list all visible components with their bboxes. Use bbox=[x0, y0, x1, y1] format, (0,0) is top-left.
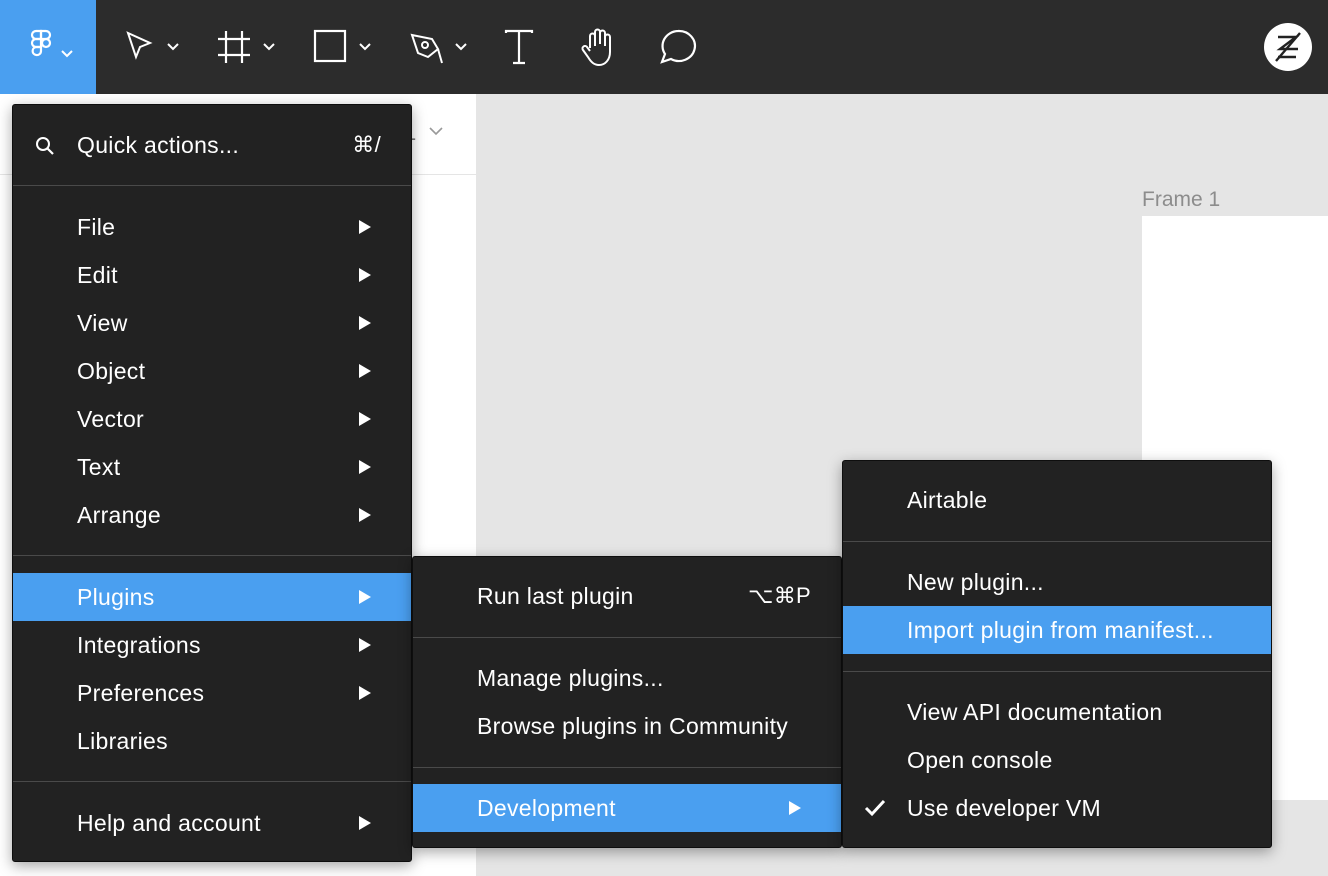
text-tool[interactable] bbox=[504, 0, 534, 94]
menu-item-label: Use developer VM bbox=[907, 794, 1101, 821]
main-menu: Quick actions... ⌘/ File Edit View Objec… bbox=[12, 104, 412, 862]
submenu-arrow-icon bbox=[359, 220, 371, 234]
chevron-down-icon bbox=[455, 43, 467, 51]
menu-item-label: Integrations bbox=[77, 631, 201, 658]
menu-item-development[interactable]: Development bbox=[413, 784, 841, 832]
menu-item-label: Help and account bbox=[77, 809, 261, 836]
main-menu-button[interactable] bbox=[0, 0, 96, 94]
menu-item-integrations[interactable]: Integrations bbox=[13, 621, 411, 669]
submenu-arrow-icon bbox=[359, 460, 371, 474]
menu-separator bbox=[13, 555, 411, 556]
submenu-arrow-icon bbox=[359, 686, 371, 700]
pen-tool-icon bbox=[410, 33, 467, 64]
menu-item-view[interactable]: View bbox=[13, 299, 411, 347]
submenu-arrow-icon bbox=[359, 638, 371, 652]
submenu-arrow-icon bbox=[359, 508, 371, 522]
menu-item-label: Text bbox=[77, 453, 121, 480]
plugins-submenu: Run last plugin ⌥⌘P Manage plugins... Br… bbox=[412, 556, 842, 848]
menu-item-label: Browse plugins in Community bbox=[477, 712, 789, 739]
menu-item-label: New plugin... bbox=[907, 568, 1044, 595]
menu-item-label: Import plugin from manifest... bbox=[907, 616, 1214, 643]
menu-item-import-plugin[interactable]: Import plugin from manifest... bbox=[843, 606, 1271, 654]
menu-item-text[interactable]: Text bbox=[13, 443, 411, 491]
avatar[interactable] bbox=[1264, 23, 1312, 71]
move-tool[interactable] bbox=[120, 0, 186, 94]
menu-separator bbox=[843, 541, 1271, 542]
menu-item-label: Airtable bbox=[907, 486, 988, 513]
menu-separator bbox=[413, 637, 841, 638]
pen-tool[interactable] bbox=[408, 0, 474, 94]
hand-tool[interactable] bbox=[580, 0, 618, 94]
quick-actions-shortcut: ⌘/ bbox=[352, 132, 381, 157]
toolbar bbox=[0, 0, 1328, 94]
menu-item-object[interactable]: Object bbox=[13, 347, 411, 395]
menu-item-label: Plugins bbox=[77, 583, 155, 610]
menu-item-libraries[interactable]: Libraries bbox=[13, 717, 411, 765]
menu-item-view-api-docs[interactable]: View API documentation bbox=[843, 688, 1271, 736]
menu-separator bbox=[13, 781, 411, 782]
chevron-down-icon bbox=[61, 50, 73, 58]
menu-item-label: Manage plugins... bbox=[477, 664, 664, 691]
menu-item-label: Object bbox=[77, 357, 146, 384]
menu-item-file[interactable]: File bbox=[13, 203, 411, 251]
submenu-arrow-icon bbox=[359, 364, 371, 378]
submenu-arrow-icon bbox=[789, 801, 801, 815]
menu-separator bbox=[413, 767, 841, 768]
frame-tool[interactable] bbox=[216, 0, 282, 94]
rectangle-tool-icon bbox=[313, 29, 371, 63]
development-submenu: Airtable New plugin... Import plugin fro… bbox=[842, 460, 1272, 848]
frame-label[interactable]: Frame 1 bbox=[1142, 188, 1220, 212]
run-last-plugin-shortcut: ⌥⌘P bbox=[748, 583, 811, 608]
chevron-down-icon bbox=[167, 43, 179, 51]
shape-tool[interactable] bbox=[312, 0, 378, 94]
menu-item-label: Open console bbox=[907, 746, 1053, 773]
menu-item-edit[interactable]: Edit bbox=[13, 251, 411, 299]
chevron-down-icon bbox=[263, 43, 275, 51]
menu-item-label: Arrange bbox=[77, 501, 161, 528]
menu-item-help-and-account[interactable]: Help and account bbox=[13, 799, 411, 847]
menu-item-run-last-plugin[interactable]: Run last plugin ⌥⌘P bbox=[413, 572, 841, 620]
frame-tool-icon bbox=[218, 31, 275, 63]
avatar-logo-icon bbox=[1275, 32, 1301, 62]
checkmark-icon bbox=[864, 799, 886, 817]
search-icon bbox=[36, 137, 54, 155]
menu-item-label: View bbox=[77, 309, 128, 336]
figma-logo-icon bbox=[30, 29, 73, 58]
menu-item-label: View API documentation bbox=[907, 698, 1163, 725]
menu-item-arrange[interactable]: Arrange bbox=[13, 491, 411, 539]
chevron-down-icon[interactable] bbox=[428, 126, 444, 136]
move-tool-icon bbox=[126, 31, 179, 60]
menu-item-label: Development bbox=[477, 794, 616, 821]
menu-item-use-developer-vm[interactable]: Use developer VM bbox=[843, 784, 1271, 832]
menu-item-label: Edit bbox=[77, 261, 118, 288]
submenu-arrow-icon bbox=[359, 590, 371, 604]
submenu-arrow-icon bbox=[359, 816, 371, 830]
text-tool-icon bbox=[504, 29, 534, 65]
menu-separator bbox=[843, 671, 1271, 672]
menu-item-open-console[interactable]: Open console bbox=[843, 736, 1271, 784]
menu-item-label: Preferences bbox=[77, 679, 205, 706]
quick-actions-item[interactable]: Quick actions... ⌘/ bbox=[13, 121, 411, 169]
comment-tool-icon bbox=[660, 29, 697, 64]
menu-item-airtable[interactable]: Airtable bbox=[843, 476, 1271, 524]
menu-item-browse-plugins[interactable]: Browse plugins in Community bbox=[413, 702, 841, 750]
menu-item-new-plugin[interactable]: New plugin... bbox=[843, 558, 1271, 606]
menu-item-label: Run last plugin bbox=[477, 582, 634, 609]
submenu-arrow-icon bbox=[359, 412, 371, 426]
menu-item-manage-plugins[interactable]: Manage plugins... bbox=[413, 654, 841, 702]
hand-tool-icon bbox=[581, 28, 611, 67]
chevron-down-icon bbox=[359, 43, 371, 51]
menu-item-label: Vector bbox=[77, 405, 145, 432]
submenu-arrow-icon bbox=[359, 268, 371, 282]
menu-item-vector[interactable]: Vector bbox=[13, 395, 411, 443]
menu-item-label: Libraries bbox=[77, 727, 168, 754]
quick-actions-label: Quick actions... bbox=[77, 131, 240, 158]
menu-separator bbox=[13, 185, 411, 186]
comment-tool[interactable] bbox=[658, 0, 698, 94]
menu-item-plugins[interactable]: Plugins bbox=[13, 573, 411, 621]
menu-item-label: File bbox=[77, 213, 116, 240]
menu-item-preferences[interactable]: Preferences bbox=[13, 669, 411, 717]
submenu-arrow-icon bbox=[359, 316, 371, 330]
